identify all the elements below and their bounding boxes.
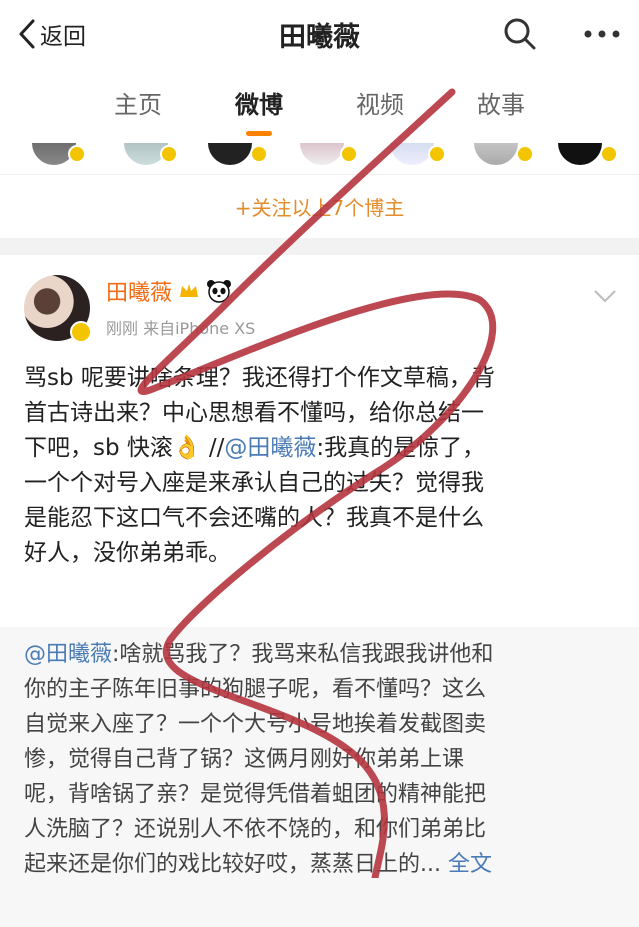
post-time: 刚刚	[106, 319, 139, 338]
verified-icon	[340, 145, 358, 163]
post-line: 下吧，sb 快滚👌 //	[24, 435, 225, 461]
page-title: 田曦薇	[279, 21, 360, 53]
tab-weibo[interactable]: 微博	[235, 85, 283, 126]
avatar[interactable]	[208, 143, 252, 165]
verified-icon	[68, 145, 86, 163]
post-line: 一个个对号入座是来承认自己的过失？觉得我	[24, 470, 484, 496]
verified-icon	[428, 145, 446, 163]
reposted-content[interactable]: @田曦薇:啥就骂我了？我骂来私信我跟我讲他和 你的主子陈年旧事的狗腿子呢，看不懂…	[0, 627, 639, 927]
avatar[interactable]	[558, 143, 602, 165]
section-divider	[0, 238, 639, 255]
post-line: 是能忍下这口气不会还嘴的人？我真不是什么	[24, 505, 484, 531]
verified-icon	[160, 145, 178, 163]
post-line: 骂sb 呢要讲啥条理？我还得打个作文草稿，背	[24, 365, 495, 391]
full-text-link[interactable]: 全文	[448, 852, 492, 877]
verified-icon	[600, 145, 618, 163]
tab-home[interactable]: 主页	[114, 85, 162, 126]
recommended-bloggers-strip	[0, 143, 639, 174]
verified-icon	[516, 145, 534, 163]
tab-stories[interactable]: 故事	[477, 85, 525, 126]
repost-line: :啥就骂我了？我骂来私信我跟我讲他和	[112, 642, 494, 667]
post-line: 好人，没你弟弟乖。	[24, 540, 231, 566]
follow-all-button[interactable]: +关注以上7个博主	[0, 174, 639, 238]
verified-icon	[250, 145, 268, 163]
chevron-left-icon	[19, 19, 35, 49]
nav-bar: 返回 田曦薇	[0, 0, 639, 68]
repost-line: 呢，背啥锅了亲？是觉得凭借着蛆团的精神能把	[24, 782, 487, 807]
repost-line: 你的主子陈年旧事的狗腿子呢，看不懂吗？这么	[24, 677, 487, 702]
profile-tabs: 主页 微博 视频 故事	[0, 68, 639, 143]
mention-link[interactable]: @田曦薇	[224, 435, 316, 461]
repost-line: 惨，觉得自己背了锅？这俩月刚好你弟弟上课	[24, 747, 465, 772]
more-icon[interactable]	[583, 29, 621, 39]
post-line: :我真的是惊了，	[316, 435, 486, 461]
repost-line: 起来还是你们的戏比较好哎，蒸蒸日上的...	[24, 852, 441, 877]
post-line: 首古诗出来？中心思想看不懂吗，给你总结一	[24, 400, 484, 426]
tab-video[interactable]: 视频	[356, 85, 404, 126]
weibo-post: 田曦薇 刚刚 来自iPhone XS 骂sb 呢要讲啥条理？我还得打个作文草稿，…	[0, 255, 639, 627]
search-icon[interactable]	[503, 17, 537, 51]
back-label: 返回	[40, 24, 86, 50]
verified-icon	[70, 321, 92, 343]
avatar[interactable]	[24, 275, 92, 343]
avatar[interactable]	[474, 143, 518, 165]
post-username[interactable]: 田曦薇	[106, 275, 172, 307]
mention-link[interactable]: @田曦薇	[24, 642, 112, 667]
panda-icon	[207, 280, 232, 303]
post-source: 来自iPhone XS	[143, 319, 256, 338]
avatar[interactable]	[300, 143, 344, 165]
chevron-down-icon[interactable]	[593, 289, 617, 303]
repost-line: 人洗脑了？还说别人不依不饶的，和你们弟弟比	[24, 817, 487, 842]
repost-line: 自觉来入座了？一个个大号小号地挨着发截图卖	[24, 712, 487, 737]
post-body: 骂sb 呢要讲啥条理？我还得打个作文草稿，背 首古诗出来？中心思想看不懂吗，给你…	[24, 361, 615, 571]
crown-badge-icon	[180, 284, 199, 297]
back-button[interactable]: 返回	[18, 17, 86, 51]
repost-body: @田曦薇:啥就骂我了？我骂来私信我跟我讲他和 你的主子陈年旧事的狗腿子呢，看不懂…	[24, 637, 615, 882]
